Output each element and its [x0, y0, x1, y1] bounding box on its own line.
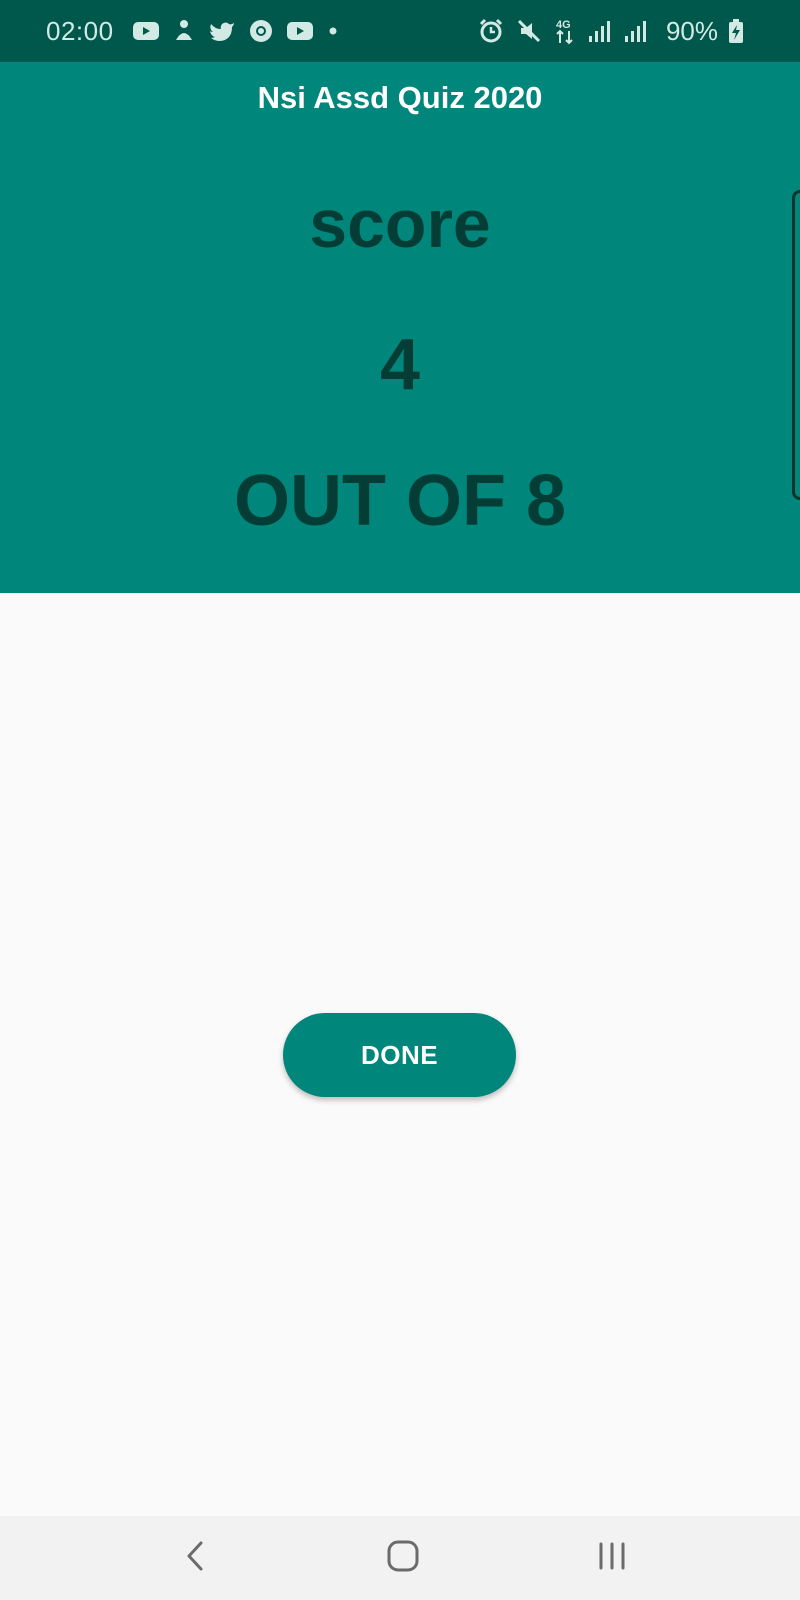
status-bar: 02:00 4G 90% [0, 0, 800, 62]
back-button[interactable] [155, 1516, 235, 1600]
score-label: score [309, 186, 491, 262]
score-panel: Nsi Assd Quiz 2020 score 4 OUT OF 8 [0, 62, 800, 593]
app-title: Nsi Assd Quiz 2020 [257, 80, 543, 115]
status-bar-right: 4G 90% [478, 16, 756, 47]
home-button[interactable] [363, 1516, 443, 1600]
notification-app-icon [172, 18, 196, 44]
status-time: 02:00 [46, 15, 114, 46]
score-total: OUT OF 8 [233, 461, 566, 541]
twitter-icon [208, 19, 236, 43]
edge-panel-handle[interactable] [792, 190, 800, 500]
more-dot-icon [326, 24, 340, 38]
youtube-icon [132, 20, 160, 42]
back-icon [183, 1540, 207, 1577]
status-bar-left: 02:00 [46, 16, 352, 47]
recent-apps-button[interactable] [572, 1516, 652, 1600]
battery-percent: 90% [665, 15, 718, 46]
alarm-icon [478, 18, 504, 44]
score-value: 4 [379, 325, 421, 405]
youtube-icon [286, 20, 314, 42]
recent-apps-icon [596, 1541, 628, 1576]
signal-icon [588, 19, 612, 43]
done-button[interactable]: DONE [283, 1013, 516, 1097]
home-icon [386, 1539, 420, 1578]
mute-icon [516, 18, 542, 44]
quiz-result-screen: 02:00 4G 90% Nsi Assd Quiz 2020 score 4 … [0, 0, 800, 1600]
network-4g-icon: 4G [554, 17, 576, 45]
battery-charging-icon [728, 18, 744, 44]
chrome-icon [248, 18, 274, 44]
svg-text:4G: 4G [556, 19, 571, 31]
signal-icon [624, 19, 648, 43]
navigation-bar [0, 1516, 800, 1600]
